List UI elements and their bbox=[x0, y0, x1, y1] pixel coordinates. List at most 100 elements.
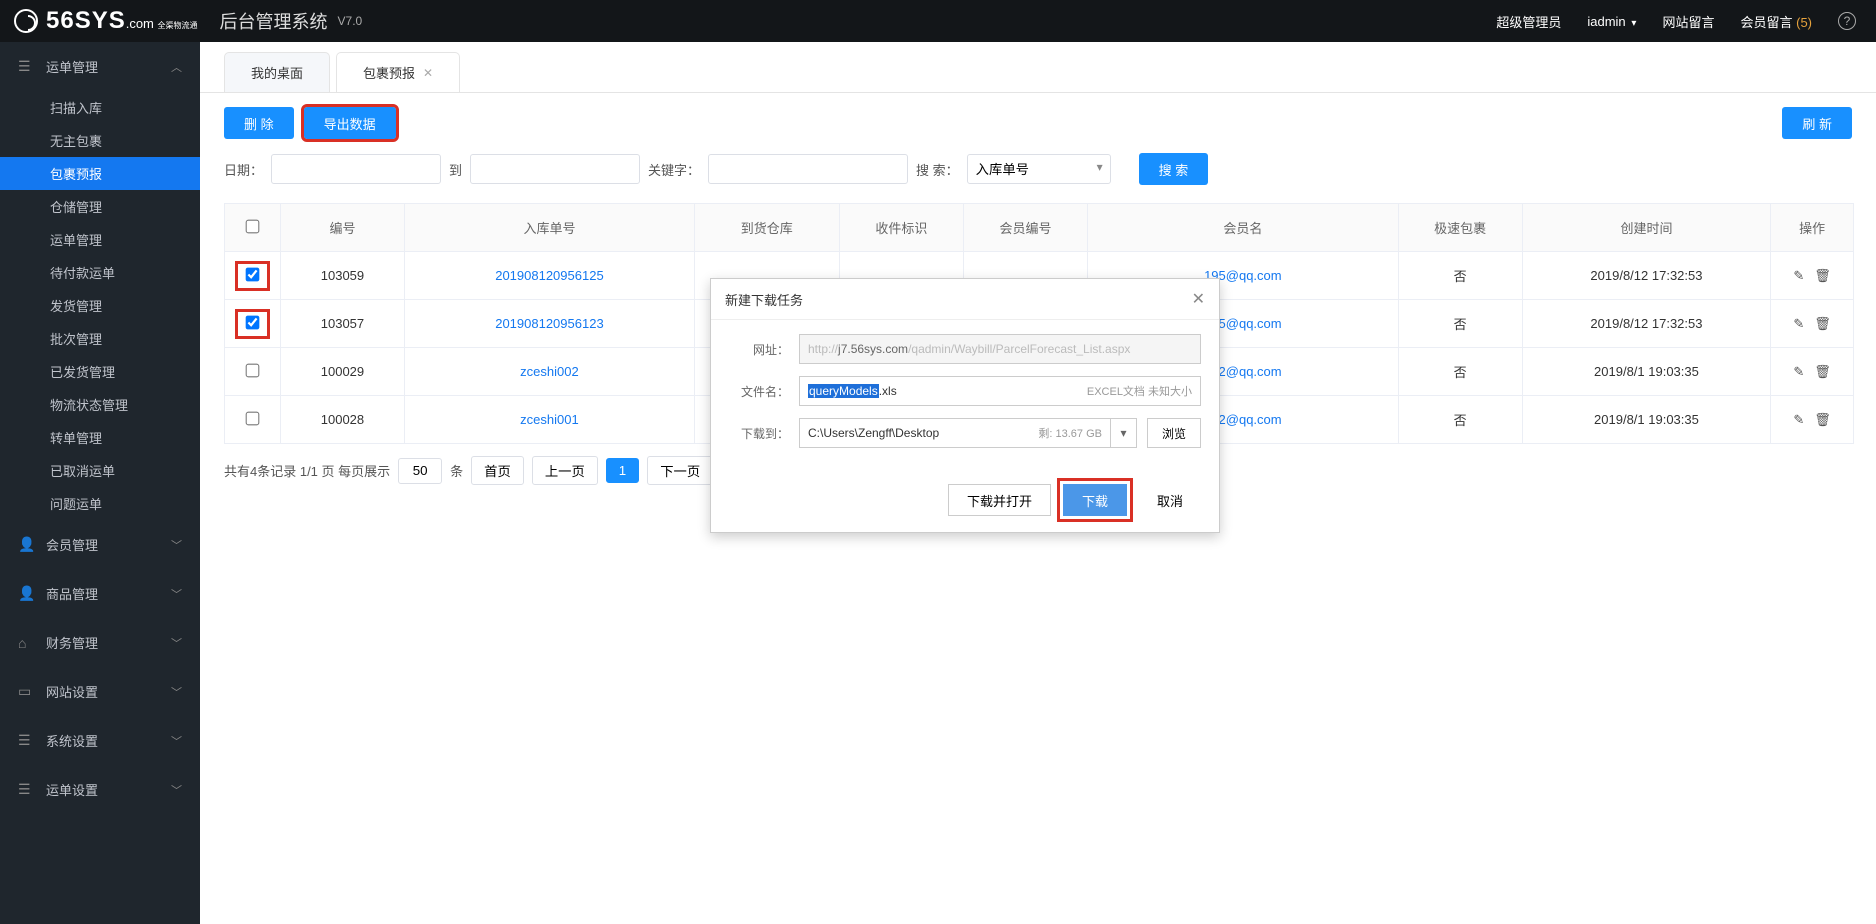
cell-id: 100029 bbox=[280, 348, 404, 396]
chevron-down-icon: ﹀ bbox=[171, 684, 182, 700]
cell-waybill[interactable]: 201908120956123 bbox=[405, 300, 695, 348]
cell-express: 否 bbox=[1398, 252, 1522, 300]
cell-time: 2019/8/1 19:03:35 bbox=[1522, 348, 1770, 396]
sidebar-group-system[interactable]: ☰系统设置﹀ bbox=[0, 716, 200, 765]
site-msg-link[interactable]: 网站留言 bbox=[1662, 12, 1714, 31]
sidebar-item-shipped[interactable]: 已发货管理 bbox=[0, 355, 200, 388]
date-to-input[interactable] bbox=[470, 154, 640, 184]
list-icon: ☰ bbox=[18, 58, 34, 75]
member-msg-link[interactable]: 会员留言 (5) bbox=[1740, 12, 1812, 31]
cell-id: 103057 bbox=[280, 300, 404, 348]
sidebar-item-problem[interactable]: 问题运单 bbox=[0, 487, 200, 520]
cell-id: 103059 bbox=[280, 252, 404, 300]
cell-time: 2019/8/12 17:32:53 bbox=[1522, 300, 1770, 348]
page-size-input[interactable] bbox=[398, 458, 442, 484]
cell-express: 否 bbox=[1398, 300, 1522, 348]
sidebar-item-storage[interactable]: 仓储管理 bbox=[0, 190, 200, 223]
sidebar-group-waybill[interactable]: ☰ 运单管理 ︿ bbox=[0, 42, 200, 91]
list-icon: ☰ bbox=[18, 732, 34, 749]
help-icon[interactable]: ? bbox=[1838, 12, 1856, 30]
sidebar: ☰ 运单管理 ︿ 扫描入库 无主包裹 包裹预报 仓储管理 运单管理 待付款运单 … bbox=[0, 42, 200, 924]
row-checkbox[interactable] bbox=[246, 411, 260, 425]
cell-waybill[interactable]: zceshi002 bbox=[405, 348, 695, 396]
sidebar-item-batch[interactable]: 批次管理 bbox=[0, 322, 200, 355]
cell-waybill[interactable]: zceshi001 bbox=[405, 396, 695, 444]
edit-icon[interactable]: ✎ bbox=[1793, 316, 1804, 332]
pager-cur[interactable]: 1 bbox=[606, 458, 639, 483]
edit-icon[interactable]: ✎ bbox=[1793, 412, 1804, 428]
chevron-down-icon: ﹀ bbox=[171, 782, 182, 798]
delete-icon[interactable]: 🗑 bbox=[1814, 268, 1831, 284]
sidebar-item-waybill[interactable]: 运单管理 bbox=[0, 223, 200, 256]
sidebar-group-product[interactable]: 👤商品管理﹀ bbox=[0, 569, 200, 618]
app-title: 后台管理系统 bbox=[220, 8, 328, 34]
pager-first[interactable]: 首页 bbox=[471, 456, 524, 485]
keyword-label: 关键字： bbox=[648, 160, 700, 179]
delete-icon[interactable]: 🗑 bbox=[1814, 316, 1831, 332]
browse-button[interactable]: 浏览 bbox=[1147, 418, 1201, 448]
search-type-select[interactable]: 入库单号 bbox=[967, 154, 1111, 184]
cell-express: 否 bbox=[1398, 348, 1522, 396]
sidebar-group-finance[interactable]: ⌂财务管理﹀ bbox=[0, 618, 200, 667]
export-button[interactable]: 导出数据 bbox=[304, 107, 396, 139]
toolbar: 删 除 导出数据 刷 新 bbox=[200, 93, 1876, 153]
window-icon: ▭ bbox=[18, 683, 34, 700]
tab-forecast[interactable]: 包裹预报✕ bbox=[336, 52, 460, 92]
chevron-up-icon: ︿ bbox=[171, 59, 182, 75]
pager-next[interactable]: 下一页 bbox=[647, 456, 713, 485]
list-icon: ☰ bbox=[18, 781, 34, 798]
row-checkbox[interactable] bbox=[246, 363, 260, 377]
close-icon[interactable]: ✕ bbox=[1192, 289, 1205, 309]
cancel-button[interactable]: 取消 bbox=[1139, 484, 1201, 516]
download-button[interactable]: 下载 bbox=[1063, 484, 1127, 516]
sidebar-group-site[interactable]: ▭网站设置﹀ bbox=[0, 667, 200, 716]
tab-desktop[interactable]: 我的桌面 bbox=[224, 52, 330, 92]
row-checkbox[interactable] bbox=[246, 315, 260, 329]
delete-icon[interactable]: 🗑 bbox=[1814, 364, 1831, 380]
dest-input[interactable]: C:\Users\Zengff\Desktop剩: 13.67 GB bbox=[799, 418, 1111, 448]
date-from-input[interactable] bbox=[271, 154, 441, 184]
delete-icon[interactable]: 🗑 bbox=[1814, 412, 1831, 428]
sidebar-item-forecast[interactable]: 包裹预报 bbox=[0, 157, 200, 190]
filters: 日期： 到 关键字： 搜 索： 入库单号 搜 索 bbox=[200, 153, 1876, 203]
row-checkbox[interactable] bbox=[246, 267, 260, 281]
sidebar-item-unpaid[interactable]: 待付款运单 bbox=[0, 256, 200, 289]
refresh-button[interactable]: 刷 新 bbox=[1782, 107, 1852, 139]
chevron-down-icon: ﹀ bbox=[171, 635, 182, 651]
dest-dropdown[interactable]: ▾ bbox=[1111, 418, 1137, 448]
edit-icon[interactable]: ✎ bbox=[1793, 268, 1804, 284]
searchby-label: 搜 索： bbox=[916, 160, 959, 179]
sidebar-item-ship[interactable]: 发货管理 bbox=[0, 289, 200, 322]
keyword-input[interactable] bbox=[708, 154, 908, 184]
cell-time: 2019/8/1 19:03:35 bbox=[1522, 396, 1770, 444]
select-all-checkbox[interactable] bbox=[246, 219, 260, 233]
user-icon: 👤 bbox=[18, 536, 34, 553]
edit-icon[interactable]: ✎ bbox=[1793, 364, 1804, 380]
cell-id: 100028 bbox=[280, 396, 404, 444]
cell-time: 2019/8/12 17:32:53 bbox=[1522, 252, 1770, 300]
sidebar-item-transfer[interactable]: 转单管理 bbox=[0, 421, 200, 454]
close-icon[interactable]: ✕ bbox=[423, 66, 433, 80]
filename-input[interactable]: queryModels.xls EXCEL文档 未知大小 bbox=[799, 376, 1201, 406]
cell-express: 否 bbox=[1398, 396, 1522, 444]
sidebar-item-track[interactable]: 物流状态管理 bbox=[0, 388, 200, 421]
download-open-button[interactable]: 下载并打开 bbox=[948, 484, 1051, 516]
search-button[interactable]: 搜 索 bbox=[1139, 153, 1209, 185]
delete-button[interactable]: 删 除 bbox=[224, 107, 294, 139]
sidebar-group-waybillset[interactable]: ☰运单设置﹀ bbox=[0, 765, 200, 814]
pager-summary: 共有4条记录 1/1 页 每页展示 bbox=[224, 461, 390, 480]
sidebar-group-member[interactable]: 👤会员管理﹀ bbox=[0, 520, 200, 569]
sidebar-item-orphan[interactable]: 无主包裹 bbox=[0, 124, 200, 157]
pager-prev[interactable]: 上一页 bbox=[532, 456, 598, 485]
chevron-down-icon: ﹀ bbox=[171, 586, 182, 602]
sidebar-item-cancelled[interactable]: 已取消运单 bbox=[0, 454, 200, 487]
app-version: V7.0 bbox=[338, 14, 363, 28]
sidebar-item-scan[interactable]: 扫描入库 bbox=[0, 91, 200, 124]
user-menu[interactable]: iadmin ▾ bbox=[1587, 14, 1636, 29]
url-label: 网址： bbox=[729, 341, 789, 358]
dest-label: 下载到： bbox=[729, 425, 789, 442]
modal-title: 新建下载任务 bbox=[725, 290, 803, 309]
cell-waybill[interactable]: 201908120956125 bbox=[405, 252, 695, 300]
home-icon: ⌂ bbox=[18, 635, 34, 651]
download-modal: 新建下载任务 ✕ 网址： http://j7.56sys.com/qadmin/… bbox=[710, 278, 1220, 533]
